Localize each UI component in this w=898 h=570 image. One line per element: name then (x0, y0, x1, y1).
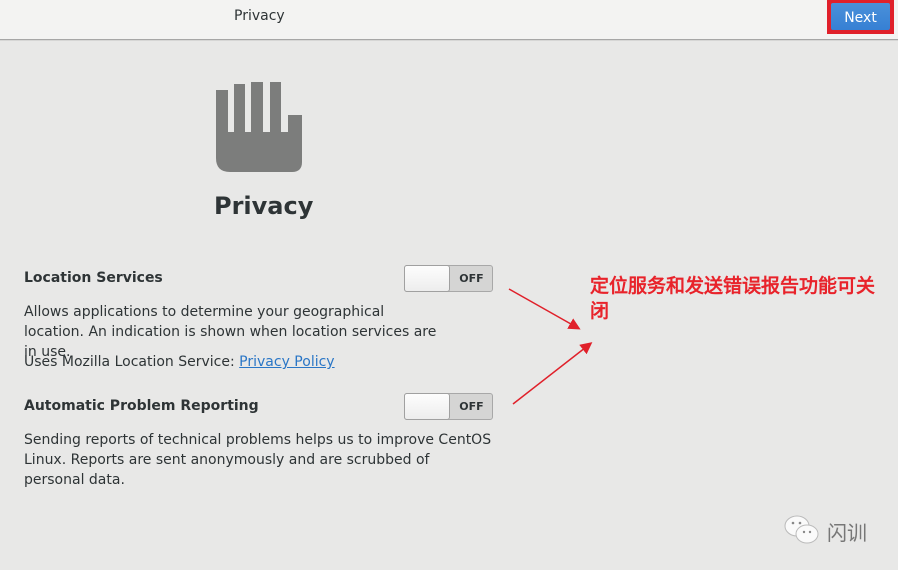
switch-state-label: OFF (459, 272, 484, 285)
header-title: Privacy (234, 8, 285, 24)
problem-reporting-title: Automatic Problem Reporting (24, 398, 259, 414)
location-services-title: Location Services (24, 270, 163, 286)
problem-reporting-switch[interactable]: OFF (404, 393, 493, 420)
privacy-policy-link[interactable]: Privacy Policy (239, 354, 334, 370)
annotation-text: 定位服务和发送错误报告功能可关闭 (590, 275, 876, 322)
switch-knob[interactable] (404, 265, 450, 292)
watermark-text: 闪训 (827, 521, 867, 545)
next-button[interactable]: Next (831, 3, 890, 30)
switch-knob[interactable] (404, 393, 450, 420)
problem-reporting-description: Sending reports of technical problems he… (24, 432, 492, 488)
page-title: Privacy (214, 192, 314, 220)
header-bar: Privacy Next (0, 0, 898, 40)
hand-stop-icon (216, 82, 302, 172)
location-services-switch[interactable]: OFF (404, 265, 493, 292)
arrow-to-location (508, 288, 581, 330)
wechat-icon (784, 515, 819, 544)
mozilla-location-prefix: Uses Mozilla Location Service: (24, 354, 240, 370)
watermark: 闪训 (783, 513, 893, 547)
switch-state-label: OFF (459, 400, 484, 413)
mozilla-location-note: Uses Mozilla Location Service: Privacy P… (24, 352, 494, 372)
next-button-highlight: Next (827, 0, 894, 34)
arrow-to-reporting (512, 342, 593, 405)
